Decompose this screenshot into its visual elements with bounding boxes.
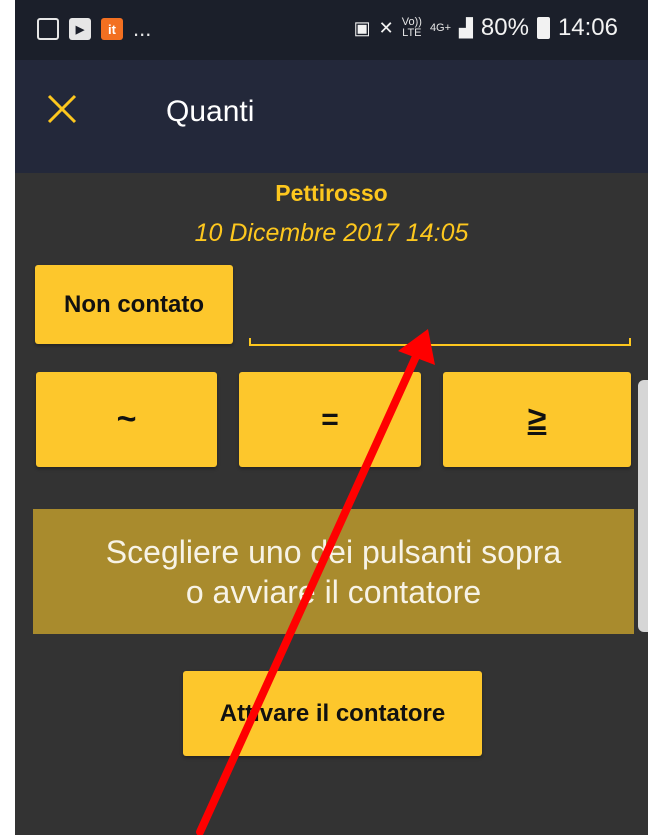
youtube-icon: ▶ xyxy=(69,18,91,40)
species-name: Pettirosso xyxy=(275,180,388,206)
approx-button[interactable]: ~ xyxy=(36,372,217,467)
app-notification-icon: it xyxy=(101,18,123,40)
app-bar: Quanti xyxy=(15,60,648,173)
close-icon[interactable] xyxy=(43,88,83,128)
start-counter-button[interactable]: Attivare il contatore xyxy=(183,671,482,756)
gallery-icon xyxy=(37,18,59,40)
mute-icon: ✕ xyxy=(378,17,394,38)
system-icons: ▣ ✕ Vo)) LTE 4G+ ▟ 80% 14:06 xyxy=(354,14,618,42)
clock: 14:06 xyxy=(557,14,618,41)
notification-icons: ▶ it ... xyxy=(37,18,151,40)
volte-indicator: Vo)) LTE xyxy=(401,16,422,39)
scrollbar[interactable] xyxy=(638,380,648,632)
greater-equal-button[interactable]: ≥ xyxy=(443,372,631,467)
battery-icon xyxy=(536,17,550,39)
signal-icon: ▟ xyxy=(459,17,473,38)
instruction-line-2: o avviare il contatore xyxy=(185,573,482,610)
instruction-line-1: Scegliere uno dei pulsanti sopra xyxy=(105,533,562,570)
count-input[interactable] xyxy=(249,338,631,346)
phone-screen: ▶ it ... ▣ ✕ Vo)) LTE 4G+ ▟ 80% 14:06 Qua… xyxy=(15,0,648,835)
equal-button[interactable]: = xyxy=(239,372,421,467)
record-datetime: 10 Dicembre 2017 14:05 xyxy=(194,219,469,247)
more-notifications: ... xyxy=(133,16,152,41)
battery-percent: 80% xyxy=(480,14,529,41)
status-bar: ▶ it ... ▣ ✕ Vo)) LTE 4G+ ▟ 80% 14:06 xyxy=(15,0,648,60)
instruction-box: Scegliere uno dei pulsanti sopra o avvia… xyxy=(33,509,634,634)
greater-equal-label: ≥ xyxy=(527,400,547,438)
page-title: Quanti xyxy=(166,95,255,128)
network-type: 4G+ xyxy=(429,21,452,34)
sim-icon: ▣ xyxy=(353,17,371,38)
not-counted-button[interactable]: Non contato xyxy=(35,265,233,344)
